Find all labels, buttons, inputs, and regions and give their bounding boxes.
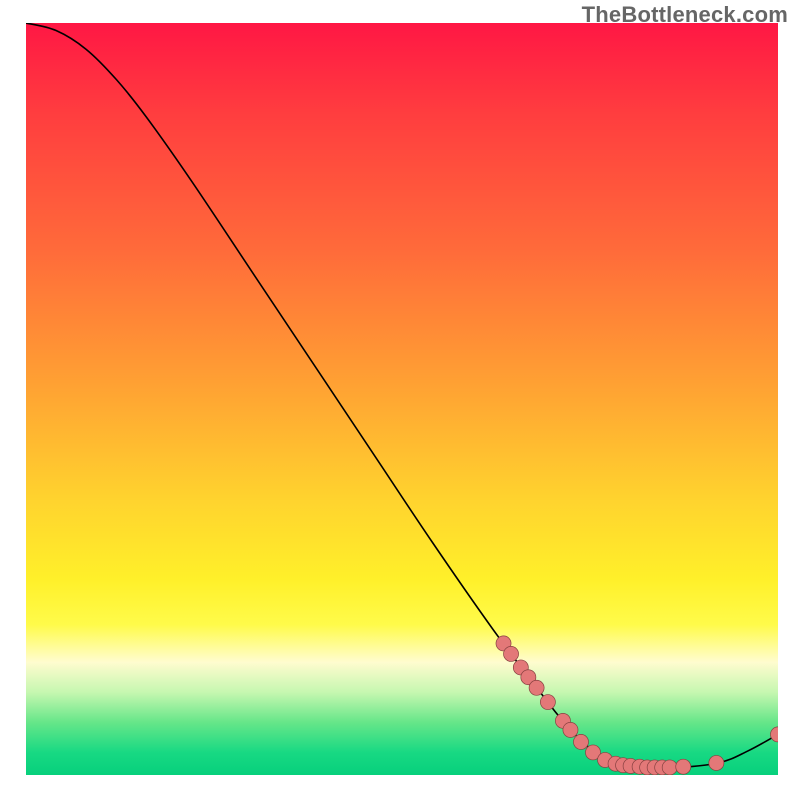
data-point (655, 760, 670, 775)
data-point (709, 755, 724, 770)
bottleneck-curve (26, 23, 778, 768)
data-point (632, 759, 647, 774)
data-point (513, 660, 528, 675)
data-point (770, 727, 778, 742)
data-point (608, 756, 623, 771)
chart-overlay (26, 23, 778, 775)
data-point (529, 680, 544, 695)
data-point (647, 760, 662, 775)
data-point (496, 636, 511, 651)
canvas: TheBottleneck.com (0, 0, 800, 800)
data-point (616, 758, 631, 773)
data-point (521, 670, 536, 685)
watermark-text: TheBottleneck.com (582, 2, 788, 28)
data-point (585, 745, 600, 760)
data-point (598, 752, 613, 767)
data-point (573, 734, 588, 749)
data-point (623, 758, 638, 773)
data-point (555, 713, 570, 728)
data-point (504, 646, 519, 661)
data-point (676, 759, 691, 774)
data-point (540, 695, 555, 710)
data-point (563, 722, 578, 737)
data-point (662, 760, 677, 775)
data-point (640, 760, 655, 775)
marker-group (496, 636, 778, 775)
gradient-plot-area (26, 23, 778, 775)
